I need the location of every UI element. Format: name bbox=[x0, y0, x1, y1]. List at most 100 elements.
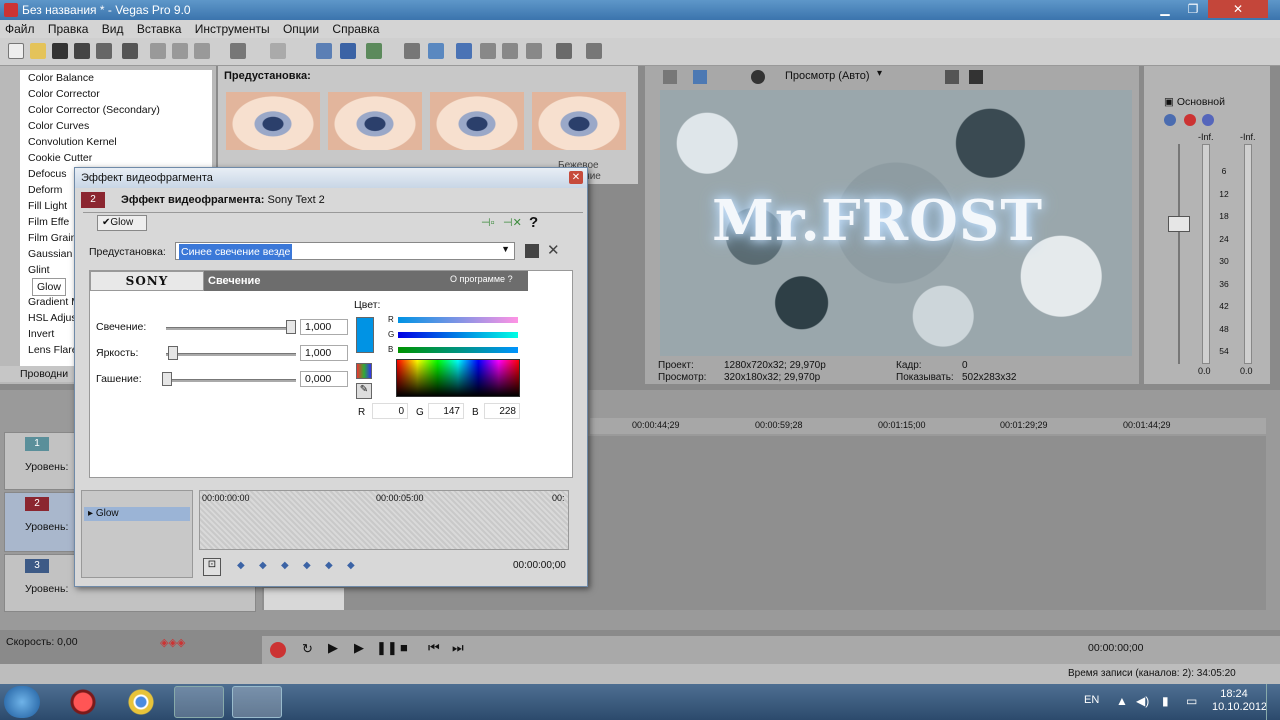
suppression-slider-thumb[interactable] bbox=[162, 372, 172, 386]
show-desktop-button[interactable] bbox=[1266, 684, 1280, 720]
clock[interactable]: 18:24 10.10.2012 bbox=[1212, 688, 1267, 714]
chrome-icon[interactable] bbox=[116, 686, 166, 718]
tray-arrow-icon[interactable]: ▲ bbox=[1116, 694, 1128, 708]
next-keyframe-icon[interactable]: ◆ bbox=[325, 560, 333, 571]
preset-thumb-4[interactable] bbox=[532, 92, 626, 150]
volume-icon[interactable]: ◀) bbox=[1136, 694, 1149, 708]
render-icon[interactable] bbox=[96, 43, 112, 59]
copy-icon[interactable] bbox=[172, 43, 188, 59]
remove-plugin-icon[interactable]: ⊣✕ bbox=[503, 216, 522, 229]
envelope-tool-icon[interactable] bbox=[340, 43, 356, 59]
brightness-slider-thumb[interactable] bbox=[168, 346, 178, 360]
minimize-button[interactable]: ▁ bbox=[1152, 0, 1178, 18]
fx-icon[interactable] bbox=[1164, 114, 1176, 126]
time-ruler[interactable]: 00:00:44;29 00:00:59;28 00:01:15;00 00:0… bbox=[590, 418, 1266, 434]
preview-properties-icon[interactable] bbox=[663, 70, 677, 84]
brightness-value-field[interactable]: 1,000 bbox=[300, 345, 348, 361]
sync-cursor-icon[interactable]: ⊡ bbox=[203, 558, 221, 576]
language-indicator[interactable]: EN bbox=[1084, 694, 1099, 706]
save-icon[interactable] bbox=[52, 43, 68, 59]
save-snapshot-icon[interactable] bbox=[969, 70, 983, 84]
prev-keyframe-icon[interactable]: ◆ bbox=[259, 560, 267, 571]
pause-icon[interactable]: ❚❚ bbox=[376, 640, 398, 656]
menu-help[interactable]: Справка bbox=[332, 22, 379, 36]
g-value-field[interactable]: 147 bbox=[428, 403, 464, 419]
properties-icon[interactable] bbox=[122, 43, 138, 59]
color-swatch[interactable] bbox=[356, 317, 374, 353]
maximize-button[interactable]: ❐ bbox=[1180, 0, 1206, 18]
b-slider[interactable] bbox=[398, 347, 518, 353]
copy-snapshot-icon[interactable] bbox=[945, 70, 959, 84]
g-slider[interactable] bbox=[398, 332, 518, 338]
preset-thumb-3[interactable] bbox=[430, 92, 524, 150]
preset-dropdown[interactable]: Синее свечение везде ▼ bbox=[175, 242, 515, 260]
auto-ripple-icon[interactable] bbox=[404, 43, 420, 59]
close-button[interactable]: ✕ bbox=[1208, 0, 1268, 18]
region-icon[interactable] bbox=[502, 43, 518, 59]
delete-preset-icon[interactable]: ✕ bbox=[547, 241, 560, 259]
lock-envelopes-icon[interactable] bbox=[428, 43, 444, 59]
keyframe-track-glow[interactable]: ▸ Glow bbox=[84, 507, 190, 521]
external-monitor-icon[interactable] bbox=[693, 70, 707, 84]
record-button[interactable] bbox=[270, 642, 286, 658]
vegas-taskbar-icon[interactable] bbox=[232, 686, 282, 718]
play-from-start-icon[interactable]: ▶ bbox=[328, 640, 338, 656]
loop-icon[interactable]: ↻ bbox=[302, 641, 313, 657]
save-preset-icon[interactable] bbox=[525, 244, 539, 258]
chevron-down-icon[interactable]: ▾ bbox=[877, 68, 882, 79]
whats-this-icon[interactable] bbox=[586, 43, 602, 59]
fx-chain-item-glow[interactable]: ✔Glow bbox=[97, 215, 147, 231]
fx-item[interactable]: Color Balance bbox=[20, 70, 212, 86]
menu-tools[interactable]: Инструменты bbox=[195, 22, 270, 36]
fx-item[interactable]: Color Corrector (Secondary) bbox=[20, 102, 212, 118]
power-icon[interactable]: ▭ bbox=[1186, 694, 1197, 708]
glow-slider-thumb[interactable] bbox=[286, 320, 296, 334]
split-screen-icon[interactable] bbox=[751, 70, 765, 84]
b-value-field[interactable]: 228 bbox=[484, 403, 520, 419]
fx-item[interactable]: Cookie Cutter bbox=[20, 150, 212, 166]
start-button[interactable] bbox=[4, 686, 40, 718]
open-folder-icon[interactable] bbox=[30, 43, 46, 59]
settings-gear-icon[interactable] bbox=[1184, 114, 1196, 126]
add-keyframe-icon[interactable]: ◆ bbox=[281, 560, 289, 571]
r-slider[interactable] bbox=[398, 317, 518, 323]
save-as-icon[interactable] bbox=[74, 43, 90, 59]
cut-icon[interactable] bbox=[150, 43, 166, 59]
plugin-chain-icon[interactable]: ⊣▫ bbox=[481, 216, 494, 229]
menu-options[interactable]: Опции bbox=[283, 22, 319, 36]
go-to-start-icon[interactable]: ⏮ bbox=[428, 640, 440, 656]
glow-slider-track[interactable] bbox=[166, 327, 296, 330]
suppression-slider-track[interactable] bbox=[166, 379, 296, 382]
go-to-end-icon[interactable]: ⏭ bbox=[452, 640, 464, 656]
glow-value-field[interactable]: 1,000 bbox=[300, 319, 348, 335]
preset-thumb-1[interactable] bbox=[226, 92, 320, 150]
dialog-close-button[interactable]: ✕ bbox=[569, 171, 583, 184]
help-icon[interactable]: ? bbox=[529, 214, 538, 231]
my-computer-icon[interactable] bbox=[174, 686, 224, 718]
menu-insert[interactable]: Вставка bbox=[137, 22, 182, 36]
preview-quality-select[interactable]: Просмотр (Авто) bbox=[785, 70, 870, 82]
preset-thumb-2[interactable] bbox=[328, 92, 422, 150]
stop-icon[interactable]: ■ bbox=[400, 640, 408, 655]
play-icon[interactable]: ▶ bbox=[354, 640, 364, 656]
network-icon[interactable]: ▮ bbox=[1162, 694, 1169, 708]
last-keyframe-icon[interactable]: ◆ bbox=[347, 560, 355, 571]
keyframe-timeline[interactable]: 00:00:00:00 00:00:05:00 00: bbox=[199, 490, 569, 550]
delete-keyframe-icon[interactable]: ◆ bbox=[303, 560, 311, 571]
speed-slider[interactable]: ◈◈◈ bbox=[160, 636, 185, 649]
undo-icon[interactable] bbox=[230, 43, 246, 59]
first-keyframe-icon[interactable]: ◆ bbox=[237, 560, 245, 571]
new-file-icon[interactable] bbox=[8, 43, 24, 59]
master-fader-handle[interactable] bbox=[1168, 216, 1190, 232]
menu-edit[interactable]: Правка bbox=[48, 22, 89, 36]
paste-icon[interactable] bbox=[194, 43, 210, 59]
fx-item[interactable]: Color Corrector bbox=[20, 86, 212, 102]
normal-edit-tool-icon[interactable] bbox=[316, 43, 332, 59]
redo-icon[interactable] bbox=[270, 43, 286, 59]
color-picker-icon[interactable] bbox=[356, 363, 372, 379]
opera-icon[interactable] bbox=[58, 686, 108, 718]
zoom-icon[interactable] bbox=[526, 43, 542, 59]
video-event-thumbnail[interactable] bbox=[264, 588, 344, 610]
suppression-value-field[interactable]: 0,000 bbox=[300, 371, 348, 387]
brightness-slider-track[interactable] bbox=[166, 353, 296, 356]
